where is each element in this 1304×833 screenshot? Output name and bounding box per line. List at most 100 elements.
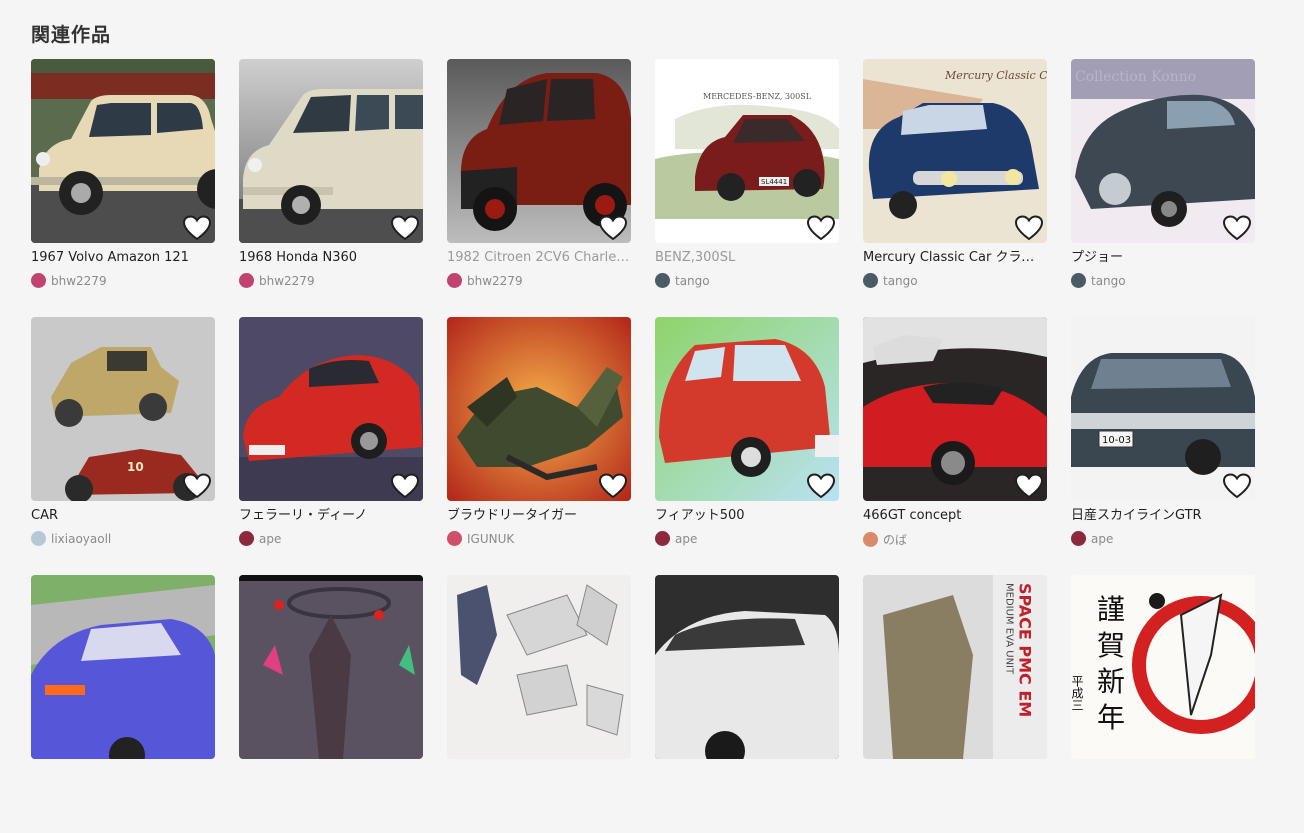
- work-author[interactable]: lixiaoyaoll: [31, 531, 215, 546]
- work-thumbnail[interactable]: [31, 59, 215, 243]
- author-avatar: [239, 531, 254, 546]
- work-thumbnail[interactable]: [655, 317, 839, 501]
- author-avatar: [1071, 273, 1086, 288]
- like-heart-icon[interactable]: [599, 215, 627, 241]
- work-card[interactable]: 10 CAR lixiaoyaoll: [31, 317, 215, 575]
- work-title[interactable]: ブラウドリータイガー: [447, 507, 631, 525]
- work-title[interactable]: 1982 Citroen 2CV6 Charlest…: [447, 249, 631, 267]
- work-thumbnail[interactable]: [863, 317, 1047, 501]
- like-heart-icon[interactable]: [1015, 215, 1043, 241]
- like-heart-icon[interactable]: [807, 215, 835, 241]
- author-name: lixiaoyaoll: [51, 531, 112, 546]
- mecha-sketch-image: [447, 575, 631, 759]
- work-card[interactable]: Mercury Classic C Mercury Classic Car クラ…: [863, 59, 1047, 317]
- work-card[interactable]: フェラーリ・ディーノ ape: [239, 317, 423, 575]
- work-thumbnail[interactable]: SPACE PMC EM MEDIUM EVA UNIT: [863, 575, 1047, 759]
- work-title[interactable]: 1967 Volvo Amazon 121: [31, 249, 215, 267]
- work-thumbnail[interactable]: 10: [31, 317, 215, 501]
- like-heart-icon[interactable]: [1223, 215, 1251, 241]
- work-title[interactable]: Mercury Classic Car クラシッ…: [863, 249, 1047, 267]
- author-name: bhw2279: [51, 273, 107, 288]
- like-heart-icon[interactable]: [807, 473, 835, 499]
- author-name: tango: [883, 273, 918, 288]
- work-card[interactable]: フィアット500 ape: [655, 317, 839, 575]
- work-author[interactable]: のば: [863, 531, 1047, 548]
- author-name: tango: [675, 273, 710, 288]
- work-thumbnail[interactable]: [447, 317, 631, 501]
- author-avatar: [655, 273, 670, 288]
- work-card[interactable]: 謹 賀 新 年 平成三: [1071, 575, 1255, 833]
- work-thumbnail[interactable]: Mercury Classic C: [863, 59, 1047, 243]
- work-card[interactable]: [31, 575, 215, 833]
- like-heart-icon[interactable]: [1015, 473, 1043, 499]
- work-thumbnail[interactable]: [655, 575, 839, 759]
- author-name: のば: [883, 533, 908, 547]
- author-avatar: [31, 273, 46, 288]
- space-pmc-image: SPACE PMC EM MEDIUM EVA UNIT: [863, 575, 1047, 759]
- work-card[interactable]: [239, 575, 423, 833]
- work-title[interactable]: CAR: [31, 507, 215, 525]
- like-heart-icon[interactable]: [183, 215, 211, 241]
- work-card[interactable]: 1967 Volvo Amazon 121 bhw2279: [31, 59, 215, 317]
- work-author[interactable]: IGUNUK: [447, 531, 631, 546]
- kinga-char-4: 年: [1097, 701, 1125, 734]
- kinga-char-3: 新: [1097, 665, 1125, 698]
- heisei-text: 平成三: [1071, 675, 1084, 711]
- work-author[interactable]: bhw2279: [447, 273, 631, 288]
- work-thumbnail[interactable]: 謹 賀 新 年 平成三: [1071, 575, 1255, 759]
- svg-text:10: 10: [127, 460, 144, 474]
- work-thumbnail[interactable]: MERCEDES-BENZ, 300SL SL4441: [655, 59, 839, 243]
- benz-plate-text: SL4441: [761, 178, 787, 186]
- author-name: ape: [675, 531, 698, 546]
- work-author[interactable]: ape: [1071, 531, 1255, 546]
- work-thumbnail[interactable]: Collection Konno: [1071, 59, 1255, 243]
- author-avatar: [863, 273, 878, 288]
- work-card[interactable]: 466GT concept のば: [863, 317, 1047, 575]
- work-thumbnail[interactable]: [239, 59, 423, 243]
- author-name: bhw2279: [467, 273, 523, 288]
- work-thumbnail[interactable]: [31, 575, 215, 759]
- author-avatar: [31, 531, 46, 546]
- work-author[interactable]: bhw2279: [31, 273, 215, 288]
- author-name: IGUNUK: [467, 531, 515, 546]
- work-title[interactable]: 1968 Honda N360: [239, 249, 423, 267]
- work-card[interactable]: 10-03 日産スカイラインGTR ape: [1071, 317, 1255, 575]
- mecha-fantasy-image: [239, 575, 423, 759]
- work-card[interactable]: SPACE PMC EM MEDIUM EVA UNIT: [863, 575, 1047, 833]
- work-author[interactable]: tango: [863, 273, 1047, 288]
- author-avatar: [239, 273, 254, 288]
- work-author[interactable]: ape: [239, 531, 423, 546]
- work-title[interactable]: フィアット500: [655, 507, 839, 525]
- work-card[interactable]: Collection Konno プジョー tango: [1071, 59, 1255, 317]
- work-title[interactable]: フェラーリ・ディーノ: [239, 507, 423, 525]
- work-title[interactable]: 日産スカイラインGTR: [1071, 507, 1255, 525]
- like-heart-icon[interactable]: [391, 215, 419, 241]
- work-card[interactable]: 1968 Honda N360 bhw2279: [239, 59, 423, 317]
- work-author[interactable]: tango: [1071, 273, 1255, 288]
- author-avatar: [1071, 531, 1086, 546]
- work-author[interactable]: ape: [655, 531, 839, 546]
- work-thumbnail[interactable]: [447, 575, 631, 759]
- work-thumbnail[interactable]: [447, 59, 631, 243]
- like-heart-icon[interactable]: [183, 473, 211, 499]
- section-title: 関連作品: [31, 24, 112, 46]
- work-title[interactable]: BENZ,300SL: [655, 249, 839, 267]
- benz-caption-text: MERCEDES-BENZ, 300SL: [703, 92, 812, 101]
- work-card[interactable]: [447, 575, 631, 833]
- work-card[interactable]: [655, 575, 839, 833]
- work-thumbnail[interactable]: [239, 317, 423, 501]
- author-name: ape: [259, 531, 282, 546]
- work-card[interactable]: ブラウドリータイガー IGUNUK: [447, 317, 631, 575]
- work-title[interactable]: プジョー: [1071, 249, 1255, 267]
- like-heart-icon[interactable]: [599, 473, 627, 499]
- work-thumbnail[interactable]: [239, 575, 423, 759]
- work-author[interactable]: bhw2279: [239, 273, 423, 288]
- work-card[interactable]: MERCEDES-BENZ, 300SL SL4441 BENZ,300SL t…: [655, 59, 839, 317]
- kinga-char-1: 謹: [1097, 593, 1125, 626]
- work-card[interactable]: 1982 Citroen 2CV6 Charlest… bhw2279: [447, 59, 631, 317]
- like-heart-icon[interactable]: [1223, 473, 1251, 499]
- work-thumbnail[interactable]: 10-03: [1071, 317, 1255, 501]
- work-title[interactable]: 466GT concept: [863, 507, 1047, 525]
- work-author[interactable]: tango: [655, 273, 839, 288]
- like-heart-icon[interactable]: [391, 473, 419, 499]
